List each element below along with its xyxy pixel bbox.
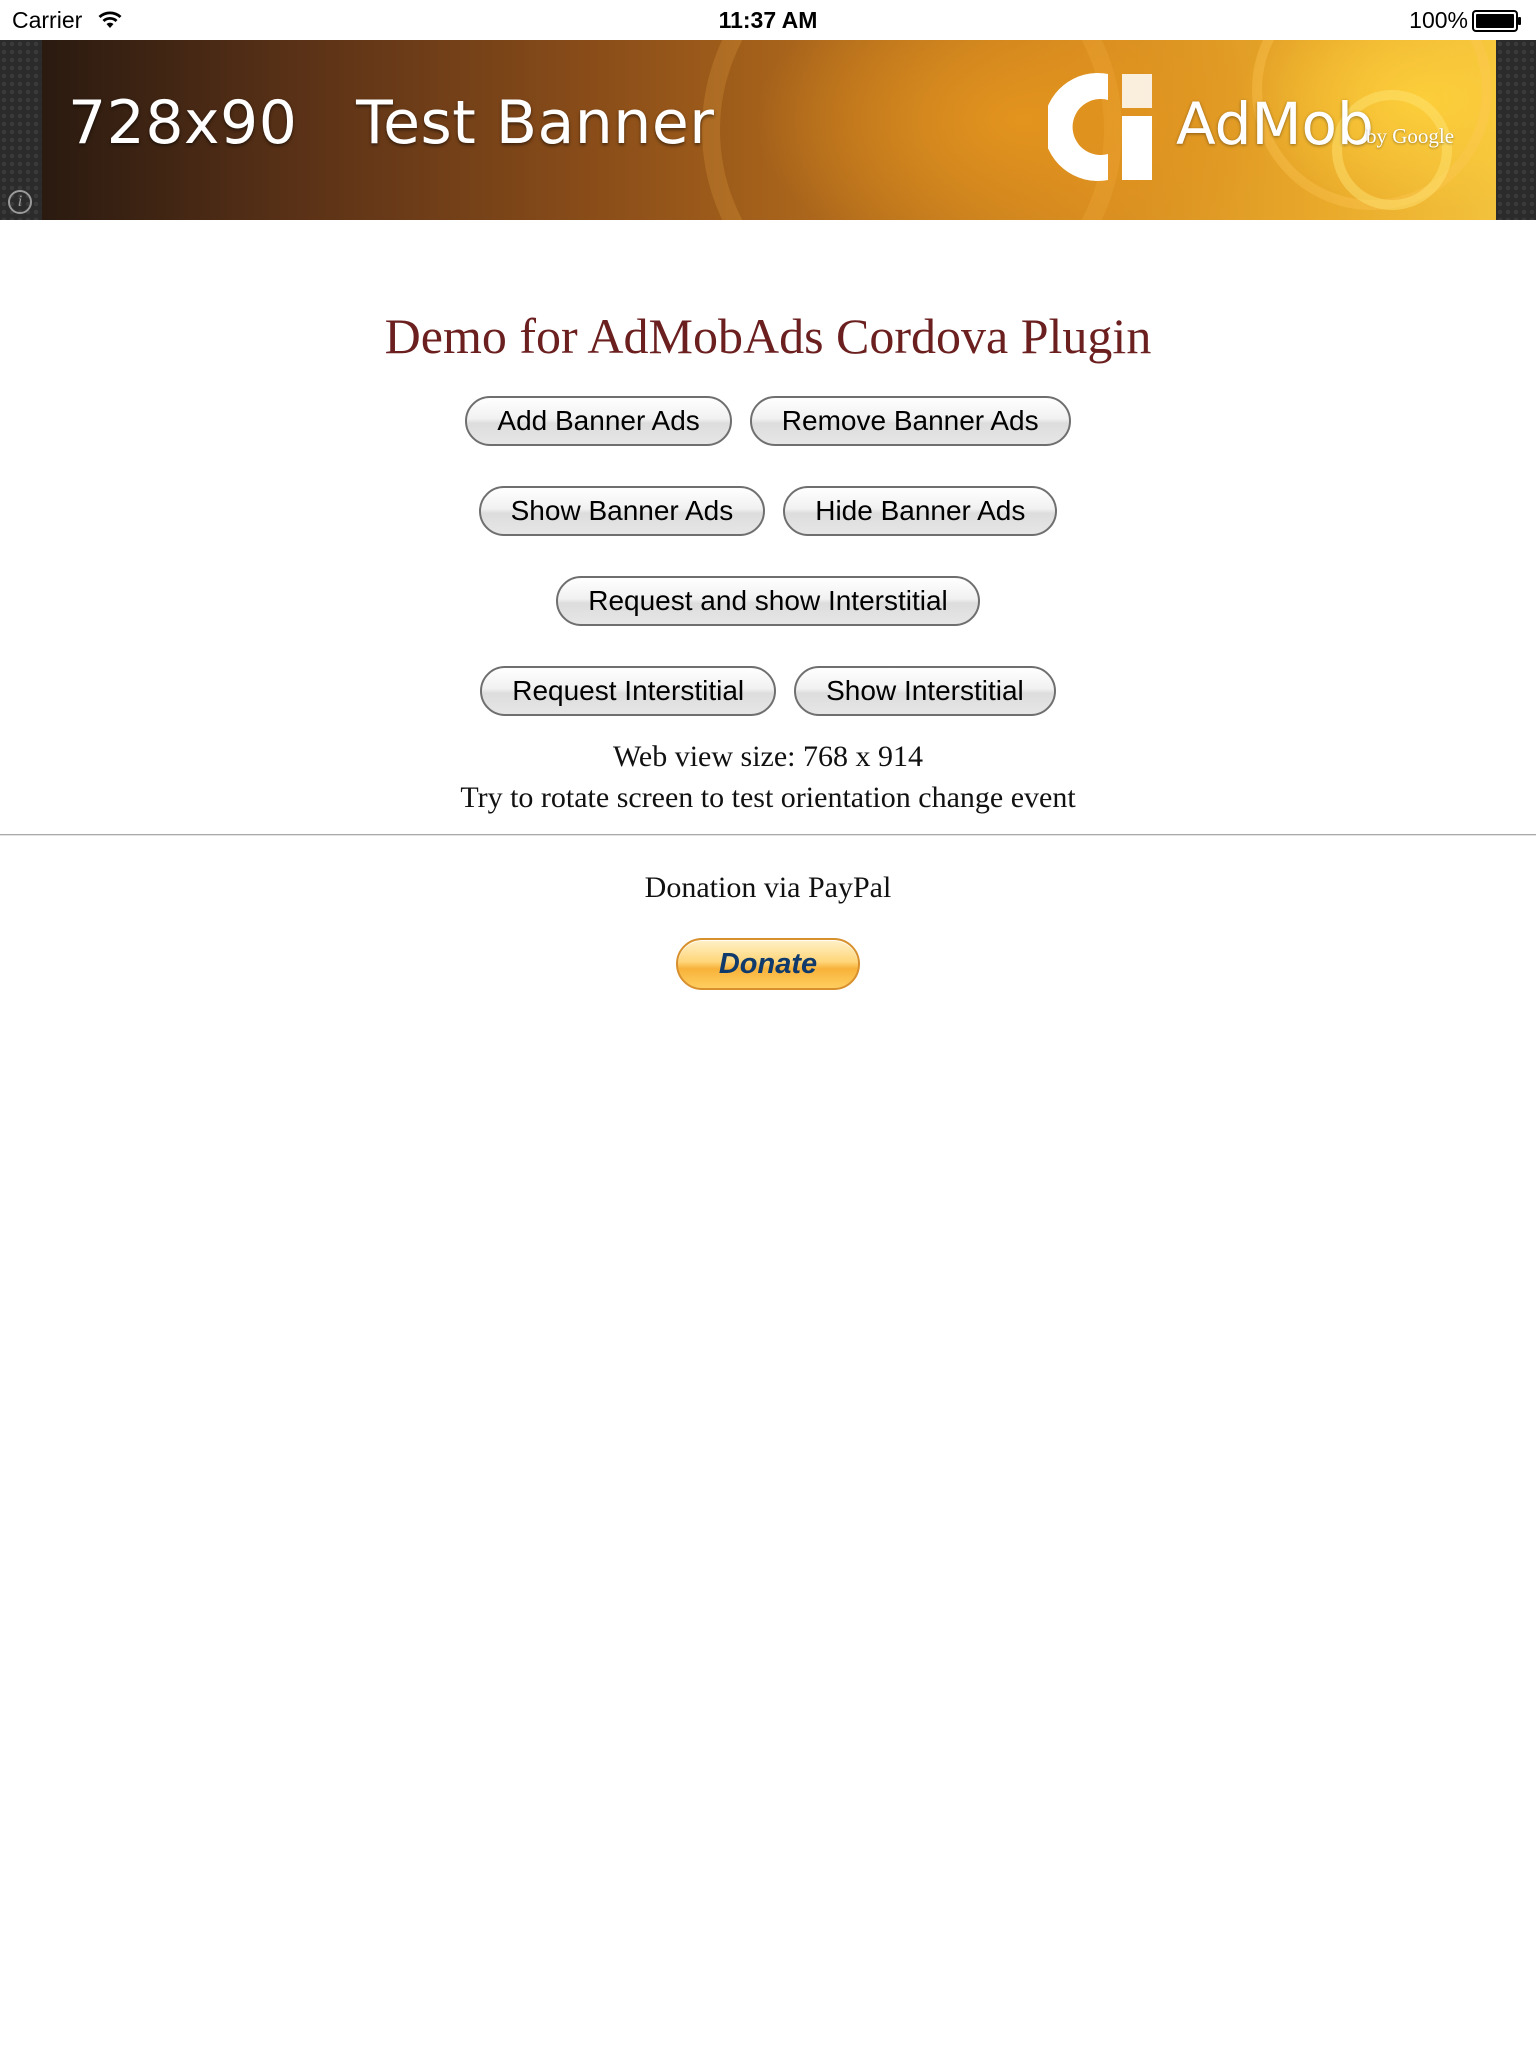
donation-label: Donation via PayPal <box>644 871 892 904</box>
web-view-size-text: Web view size: 768 x 914 <box>612 740 924 773</box>
add-banner-ads-button[interactable]: Add Banner Ads <box>465 396 732 446</box>
battery-percent: 100% <box>1409 7 1468 33</box>
button-row-interstitial: Request Interstitial Show Interstitial <box>0 666 1536 726</box>
button-row-request-show-interstitial: Request and show Interstitial <box>0 576 1536 666</box>
paypal-donate-button[interactable]: Donate <box>676 938 860 990</box>
remove-banner-ads-button[interactable]: Remove Banner Ads <box>749 396 1071 446</box>
ad-banner[interactable]: 728x90 Test Banner AdMob by Google <box>42 40 1496 220</box>
button-row-banner-add-remove: Add Banner Ads Remove Banner Ads <box>0 396 1536 486</box>
button-row-banner-show-hide: Show Banner Ads Hide Banner Ads <box>0 486 1536 576</box>
status-time: 11:37 AM <box>718 7 818 33</box>
main-content: Demo for AdMobAds Cordova Plugin Add Ban… <box>0 220 1536 990</box>
status-bar: Carrier 11:37 AM 100% <box>0 0 1536 40</box>
ad-size-label: 728x90 <box>68 88 298 158</box>
battery-icon <box>1472 10 1521 32</box>
ad-test-banner-label: Test Banner <box>356 88 715 158</box>
admob-wordmark: AdMob <box>1176 90 1374 158</box>
rotate-hint-text: Try to rotate screen to test orientation… <box>460 781 1076 814</box>
show-banner-ads-button[interactable]: Show Banner Ads <box>478 486 766 536</box>
admob-by-google: by Google <box>1366 124 1455 148</box>
admob-logo-icon <box>1048 73 1152 181</box>
divider <box>0 834 1536 836</box>
info-icon[interactable]: i <box>8 190 32 214</box>
hide-banner-ads-button[interactable]: Hide Banner Ads <box>783 486 1058 536</box>
show-interstitial-button[interactable]: Show Interstitial <box>794 666 1056 716</box>
page-title: Demo for AdMobAds Cordova Plugin <box>384 308 1152 364</box>
request-and-show-interstitial-button[interactable]: Request and show Interstitial <box>556 576 980 626</box>
orientation-info: Web view size: 768 x 914 Try to rotate s… <box>0 736 1536 818</box>
request-interstitial-button[interactable]: Request Interstitial <box>480 666 777 716</box>
ad-banner-title: 728x90 Test Banner <box>68 88 714 158</box>
ad-banner-container: 728x90 Test Banner AdMob by Google i <box>0 40 1536 220</box>
